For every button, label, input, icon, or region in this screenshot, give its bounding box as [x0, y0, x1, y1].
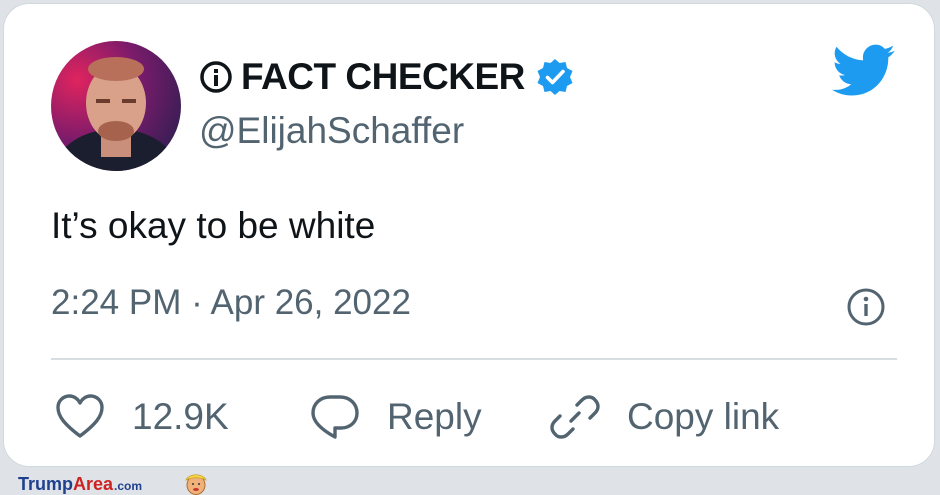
- avatar[interactable]: [51, 41, 181, 171]
- reply-bubble-icon: [311, 395, 359, 439]
- like-count: 12.9K: [132, 396, 229, 437]
- heart-icon: [56, 394, 104, 438]
- copy-link-button[interactable]: Copy link: [549, 389, 779, 445]
- tweet-timestamp[interactable]: 2:24 PM · Apr 26, 2022: [51, 283, 411, 323]
- copy-link-label: Copy link: [627, 396, 780, 437]
- tweet-text: It’s okay to be white: [51, 205, 376, 246]
- like-button[interactable]: 12.9K: [54, 389, 229, 445]
- link-icon: [550, 395, 600, 439]
- author-name[interactable]: FACT CHECKER: [241, 56, 525, 98]
- avatar-portrait: [56, 57, 176, 171]
- twitter-bird-icon[interactable]: [832, 44, 896, 98]
- author-handle[interactable]: @ElijahSchaffer: [199, 110, 464, 152]
- author-name-row: FACT CHECKER: [199, 54, 575, 100]
- tweet-card: FACT CHECKER @ElijahSchaffer It’s okay t…: [3, 3, 935, 467]
- reply-button[interactable]: Reply: [309, 389, 482, 445]
- watermark-brand-part2: Area: [73, 474, 114, 494]
- trump-face-icon: [185, 474, 207, 495]
- verified-badge-icon: [537, 59, 573, 95]
- info-icon[interactable]: [846, 287, 886, 327]
- reply-label: Reply: [387, 396, 482, 437]
- info-circle-icon: [200, 61, 232, 93]
- watermark-brand-suffix: .com: [114, 479, 143, 493]
- site-watermark: Trump Area .com: [18, 474, 142, 494]
- watermark-brand-part1: Trump: [18, 474, 74, 494]
- divider: [51, 358, 897, 360]
